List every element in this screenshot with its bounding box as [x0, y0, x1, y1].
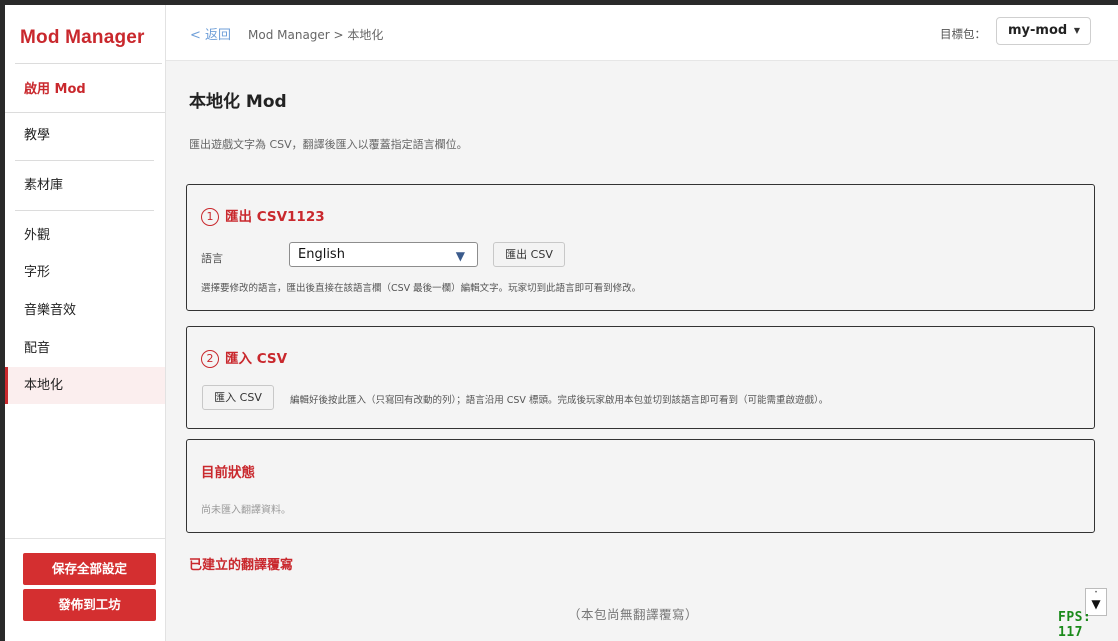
- sidebar-item-tutorial[interactable]: 教學: [5, 117, 165, 154]
- language-value: English: [298, 247, 345, 262]
- status-card-title: 目前狀態: [201, 465, 255, 481]
- page-description: 匯出遊戲文字為 CSV，翻譯後匯入以覆蓋指定語言欄位。: [189, 138, 468, 151]
- target-pack-select[interactable]: my-mod ▼: [996, 17, 1091, 45]
- step-number-icon: 1: [201, 208, 219, 226]
- divider: [5, 112, 165, 113]
- export-hint: 選擇要修改的語言，匯出後直接在該語言欄（CSV 最後一欄）編輯文字。玩家切到此語…: [201, 283, 642, 294]
- fps-counter: FPS: 117: [1058, 610, 1092, 640]
- export-card-title: 1 匯出 CSV1123: [201, 205, 325, 226]
- language-select[interactable]: English ▼: [289, 242, 478, 267]
- divider: [15, 210, 154, 211]
- chevron-down-icon: ▼: [1073, 26, 1080, 35]
- save-all-button[interactable]: 保存全部設定: [23, 553, 156, 585]
- chevron-down-icon: ▼: [455, 249, 465, 263]
- export-card: 1 匯出 CSV1123 語言 English ▼ 匯出 CSV 選擇要修改的語言…: [186, 184, 1095, 311]
- divider: [15, 160, 154, 161]
- language-label: 語言: [201, 252, 223, 265]
- import-card-title: 2 匯入 CSV: [201, 347, 287, 368]
- target-pack-label: 目標包：: [940, 27, 986, 41]
- import-csv-button[interactable]: 匯入 CSV: [202, 385, 274, 410]
- import-card-title-text: 匯入 CSV: [225, 351, 288, 367]
- sidebar-item-enable-mod[interactable]: 啟用 Mod: [5, 71, 165, 108]
- main-content: 本地化 Mod 匯出遊戲文字為 CSV，翻譯後匯入以覆蓋指定語言欄位。 1 匯出 …: [166, 61, 1118, 641]
- breadcrumb: Mod Manager > 本地化: [248, 28, 384, 42]
- divider: [5, 538, 165, 539]
- target-pack-value: my-mod: [1008, 23, 1068, 38]
- sidebar: Mod Manager 啟用 Mod 教學 素材庫 外觀 字形 音樂音效 配音 …: [5, 5, 166, 641]
- sidebar-item-audio[interactable]: 音樂音效: [5, 292, 165, 329]
- sidebar-item-fonts[interactable]: 字形: [5, 254, 165, 291]
- import-card: 2 匯入 CSV 匯入 CSV 編輯好後按此匯入（只寫回有改動的列）；語言沿用 C…: [186, 326, 1095, 429]
- overrides-title: 已建立的翻譯覆寫: [189, 558, 294, 573]
- status-card: 目前狀態 尚未匯入翻譯資料。: [186, 439, 1095, 533]
- export-csv-button[interactable]: 匯出 CSV: [493, 242, 565, 267]
- status-empty-text: 尚未匯入翻譯資料。: [201, 505, 291, 516]
- sidebar-item-localization[interactable]: 本地化: [5, 367, 165, 404]
- export-card-title-text: 匯出 CSV1123: [225, 209, 325, 225]
- arrow-down-icon: ▼: [1091, 597, 1101, 611]
- overrides-empty-text: （本包尚無翻譯覆寫）: [568, 607, 699, 622]
- dot-icon: •: [1094, 589, 1098, 596]
- publish-workshop-button[interactable]: 發佈到工坊: [23, 589, 156, 621]
- sidebar-item-appearance[interactable]: 外觀: [5, 217, 165, 254]
- import-hint: 編輯好後按此匯入（只寫回有改動的列）；語言沿用 CSV 標頭。完成後玩家啟用本包…: [290, 395, 829, 406]
- header-bar: < 返回 Mod Manager > 本地化 目標包： my-mod ▼: [166, 5, 1118, 61]
- divider: [15, 63, 162, 64]
- sidebar-item-assets[interactable]: 素材庫: [5, 167, 165, 204]
- step-number-icon: 2: [201, 350, 219, 368]
- app-title: Mod Manager: [20, 27, 145, 48]
- back-link[interactable]: < 返回: [190, 24, 231, 43]
- sidebar-item-voice[interactable]: 配音: [5, 330, 165, 367]
- page-title: 本地化 Mod: [189, 92, 287, 112]
